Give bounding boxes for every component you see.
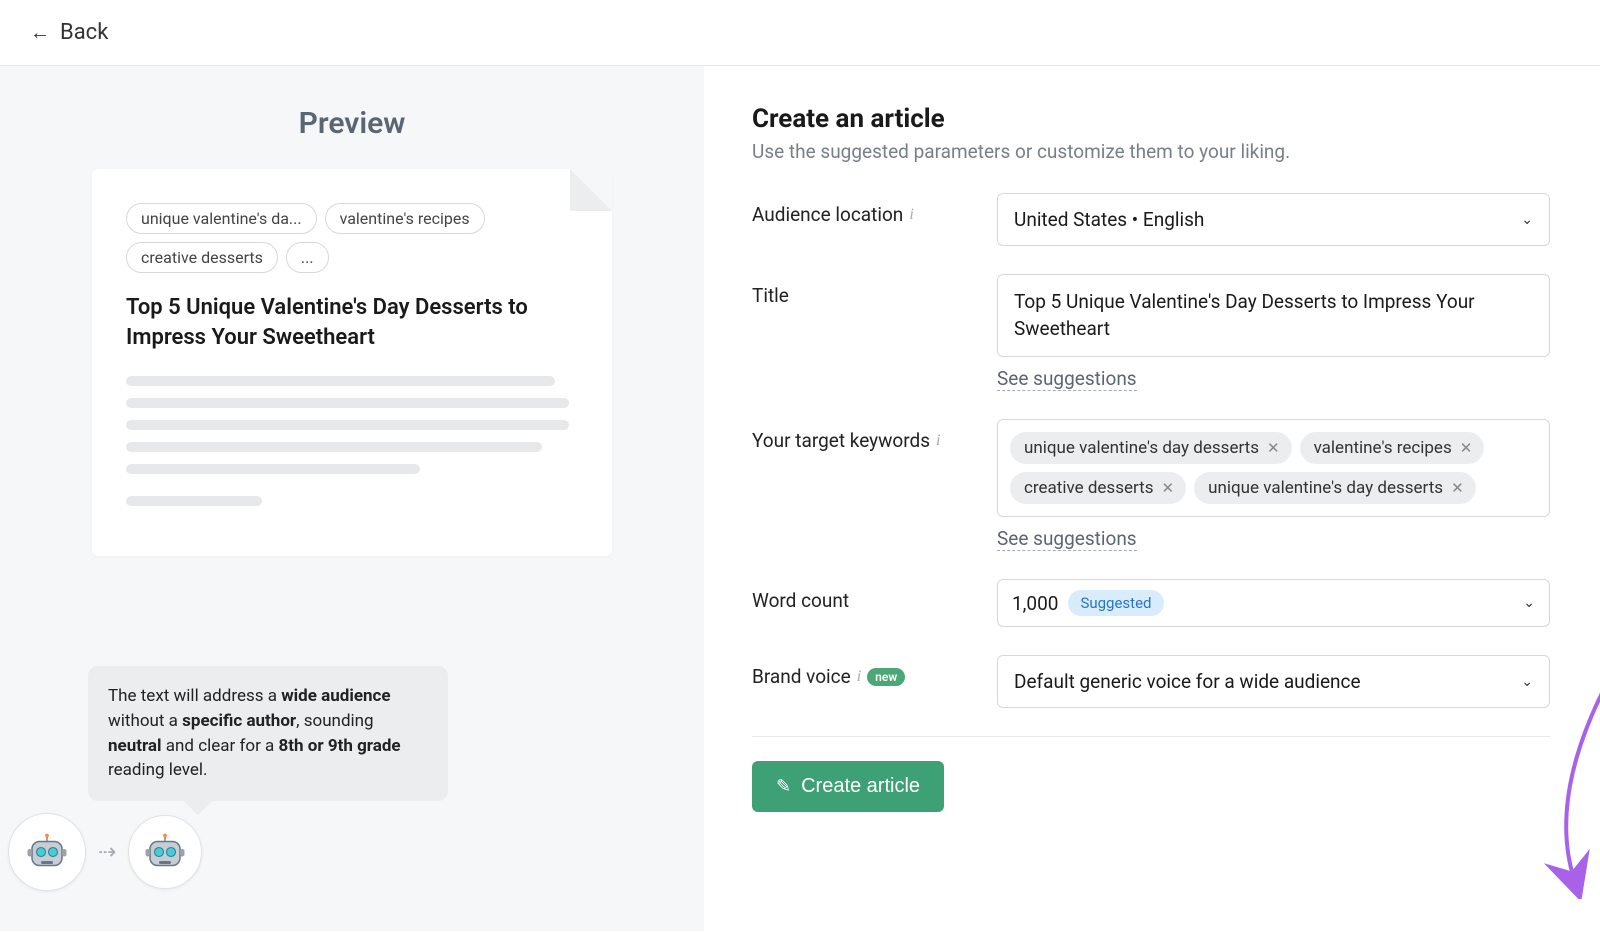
- page-subtitle: Use the suggested parameters or customiz…: [752, 140, 1550, 163]
- audience-select[interactable]: United States • English ⌄: [997, 193, 1550, 246]
- remove-keyword-icon[interactable]: ✕: [1162, 479, 1175, 497]
- create-article-button[interactable]: ✎ Create article: [752, 761, 944, 812]
- suggested-badge: Suggested: [1068, 590, 1163, 616]
- info-icon[interactable]: i: [909, 206, 913, 224]
- keyword-chip: valentine's recipes✕: [1300, 432, 1485, 464]
- preview-tag: unique valentine's da...: [126, 203, 317, 234]
- see-suggestions-link[interactable]: See suggestions: [997, 527, 1137, 551]
- keyword-chip: unique valentine's day desserts✕: [1010, 432, 1292, 464]
- remove-keyword-icon[interactable]: ✕: [1451, 479, 1464, 497]
- see-suggestions-link[interactable]: See suggestions: [997, 367, 1137, 391]
- info-icon[interactable]: i: [857, 668, 861, 686]
- info-icon[interactable]: i: [936, 432, 940, 450]
- title-label: Title: [752, 274, 997, 307]
- robot-icon: [141, 828, 189, 876]
- word-count-label: Word count: [752, 579, 997, 612]
- remove-keyword-icon[interactable]: ✕: [1267, 439, 1280, 457]
- keywords-label: Your target keywords i: [752, 419, 997, 452]
- back-label: Back: [60, 20, 108, 45]
- keywords-input[interactable]: unique valentine's day desserts✕ valenti…: [997, 419, 1550, 517]
- magic-wand-icon: ✎: [776, 776, 791, 797]
- skeleton-placeholder: [126, 376, 578, 506]
- back-link[interactable]: ← Back: [30, 20, 108, 45]
- robot-icon: [23, 828, 71, 876]
- back-arrow-icon: ←: [30, 20, 50, 45]
- preview-tags: unique valentine's da... valentine's rec…: [126, 203, 578, 273]
- preview-tag: creative desserts: [126, 242, 278, 273]
- form-panel: Create an article Use the suggested para…: [704, 66, 1600, 931]
- chevron-down-icon: ⌄: [1521, 674, 1533, 690]
- preview-tag: valentine's recipes: [325, 203, 485, 234]
- brand-voice-select[interactable]: Default generic voice for a wide audienc…: [997, 655, 1550, 708]
- word-count-select[interactable]: 1,000 Suggested ⌄: [997, 579, 1550, 627]
- page-title: Create an article: [752, 104, 1550, 134]
- title-input[interactable]: Top 5 Unique Valentine's Day Desserts to…: [997, 274, 1550, 357]
- voice-summary-bubble: The text will address a wide audience wi…: [88, 666, 448, 801]
- preview-panel: Preview unique valentine's da... valenti…: [0, 66, 704, 931]
- robot-avatar: [8, 813, 86, 891]
- brand-voice-label: Brand voice i new: [752, 655, 997, 688]
- preview-title: Top 5 Unique Valentine's Day Desserts to…: [126, 293, 578, 352]
- preview-heading: Preview: [299, 106, 406, 141]
- remove-keyword-icon[interactable]: ✕: [1460, 439, 1473, 457]
- preview-tag-more: ...: [286, 242, 329, 273]
- page-fold-icon: [570, 169, 612, 211]
- chevron-down-icon: ⌄: [1521, 212, 1533, 228]
- keyword-chip: unique valentine's day desserts✕: [1194, 472, 1476, 504]
- preview-card: unique valentine's da... valentine's rec…: [92, 169, 612, 556]
- swap-arrow-icon: ⇢: [98, 840, 116, 865]
- new-badge: new: [867, 668, 905, 686]
- robot-avatar: [128, 815, 202, 889]
- keyword-chip: creative desserts✕: [1010, 472, 1186, 504]
- chevron-down-icon: ⌄: [1523, 595, 1535, 611]
- audience-label: Audience location i: [752, 193, 997, 226]
